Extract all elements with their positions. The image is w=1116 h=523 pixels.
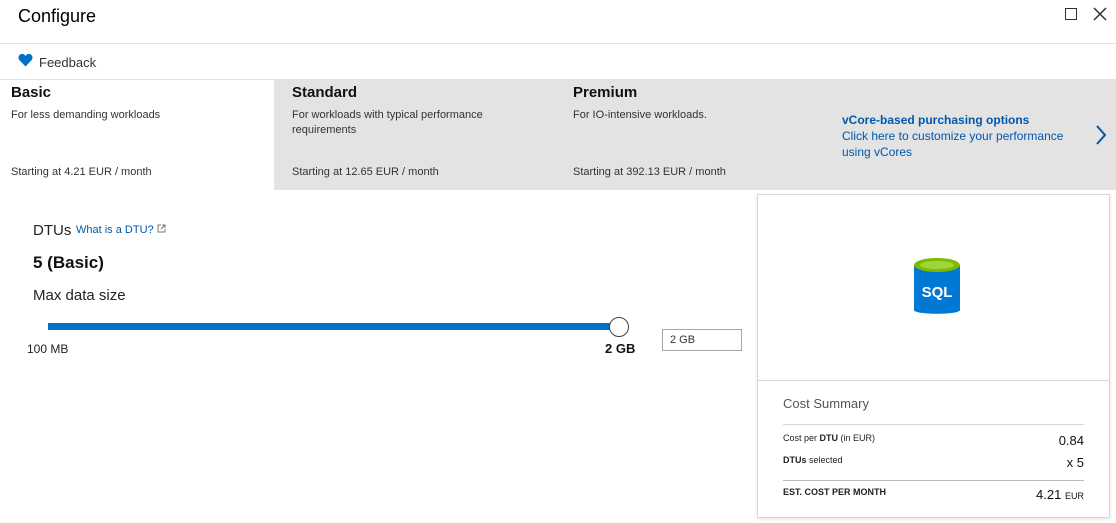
slider-max-label: 2 GB	[605, 341, 636, 356]
slider-min-label: 100 MB	[27, 342, 69, 356]
vcore-description: Click here to customize your performance…	[842, 129, 1064, 159]
cost-per-dtu-label: Cost per DTU (in EUR)	[783, 433, 876, 443]
dtus-selected-value: x 5	[1066, 455, 1084, 470]
cost-summary-title: Cost Summary	[783, 396, 869, 411]
cost-per-dtu-value: 0.84	[1058, 433, 1084, 448]
divider	[783, 424, 1084, 425]
chevron-right-icon	[1094, 124, 1108, 151]
tier-description: For less demanding workloads	[11, 109, 161, 121]
tier-price: Starting at 12.65 EUR / month	[292, 166, 439, 178]
tier-price: Starting at 392.13 EUR / month	[573, 166, 726, 178]
command-bar: Feedback	[0, 44, 1116, 80]
divider	[783, 480, 1084, 481]
external-link-icon	[157, 224, 166, 236]
tier-name: Premium	[573, 84, 638, 101]
heart-icon	[18, 53, 33, 72]
dtu-value: 5 (Basic)	[33, 253, 104, 272]
tier-basic[interactable]: Basic For less demanding workloads Start…	[0, 80, 274, 190]
est-cost-label: EST. COST PER MONTH	[783, 487, 887, 497]
tier-price: Starting at 4.21 EUR / month	[11, 166, 152, 178]
sql-icon-label: SQL	[922, 284, 953, 301]
max-size-input[interactable]	[662, 329, 742, 351]
max-data-size-label: Max data size	[33, 287, 126, 304]
sql-database-icon: SQL	[913, 257, 961, 324]
feedback-button[interactable]: Feedback	[18, 53, 96, 71]
max-size-slider-track[interactable]	[48, 323, 619, 330]
tier-description: For IO-intensive workloads.	[573, 109, 707, 121]
page-title: Configure	[18, 6, 97, 26]
tier-premium[interactable]: Premium For IO-intensive workloads. Star…	[555, 80, 836, 190]
dtu-label: DTUs	[33, 222, 72, 239]
what-is-dtu-link[interactable]: What is a DTU?	[76, 224, 166, 236]
vcore-title: vCore-based purchasing options	[842, 113, 1030, 127]
dtus-selected-label: DTUs selected	[783, 455, 843, 465]
vcore-purchasing-link[interactable]: vCore-based purchasing options Click her…	[836, 80, 1116, 190]
tier-standard[interactable]: Standard For workloads with typical perf…	[274, 80, 555, 190]
tier-name: Standard	[292, 84, 358, 101]
tier-description: For workloads with typical performance r…	[292, 109, 483, 136]
max-size-slider-thumb[interactable]	[609, 317, 629, 337]
what-is-dtu-text: What is a DTU?	[76, 224, 154, 236]
est-cost-value: 4.21 EUR	[1036, 487, 1084, 502]
feedback-label: Feedback	[39, 54, 97, 70]
divider	[758, 380, 1109, 381]
maximize-icon[interactable]	[1065, 8, 1077, 20]
title-bar: Configure	[0, 0, 1116, 44]
cost-summary-card: SQL Cost Summary Cost per DTU (in EUR) 0…	[757, 194, 1110, 518]
tier-name: Basic	[11, 84, 52, 101]
close-icon[interactable]	[1090, 4, 1110, 24]
